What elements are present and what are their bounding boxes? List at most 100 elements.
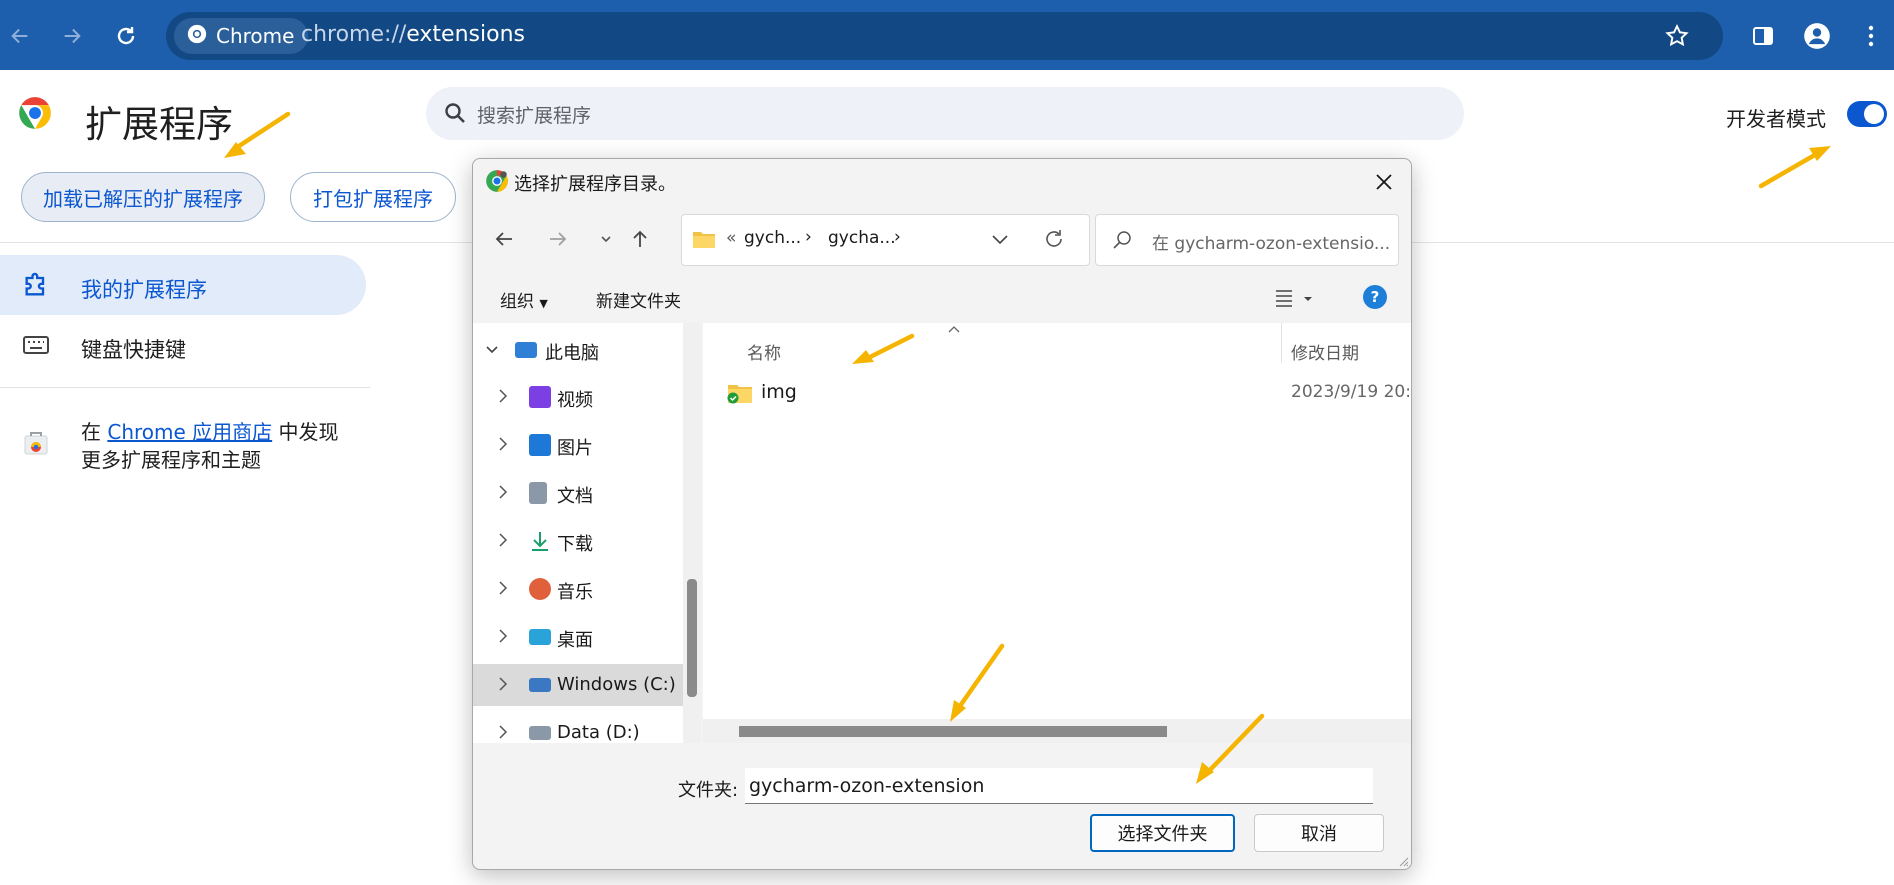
tree-item-label: 桌面 <box>557 630 593 651</box>
chrome-app-icon <box>484 168 510 198</box>
forward-icon[interactable] <box>54 18 90 54</box>
view-options-icon[interactable] <box>1274 287 1316 313</box>
breadcrumb-separator-icon: › <box>894 227 901 247</box>
tree-item-pictures[interactable]: 图片 <box>473 424 683 466</box>
site-chip[interactable]: Chrome <box>174 18 309 54</box>
file-row[interactable]: img 2023/9/19 20:35 <box>727 375 1411 411</box>
chevron-right-icon[interactable] <box>497 580 509 596</box>
drive-icon <box>529 678 551 692</box>
breadcrumb-overflow[interactable]: « <box>726 228 736 248</box>
tree-item-drive-d[interactable]: Data (D:) <box>473 712 683 743</box>
cancel-button[interactable]: 取消 <box>1254 814 1384 852</box>
drive-icon <box>529 726 551 740</box>
keyboard-icon <box>22 333 50 361</box>
forward-icon[interactable] <box>546 227 570 255</box>
chevron-down-icon[interactable] <box>485 343 499 357</box>
tree-item-downloads[interactable]: 下载 <box>473 520 683 562</box>
tree-item-videos[interactable]: 视频 <box>473 376 683 418</box>
reload-icon[interactable] <box>108 18 144 54</box>
chevron-right-icon[interactable] <box>497 484 509 500</box>
chevron-right-icon[interactable] <box>497 388 509 404</box>
horizontal-scrollbar-thumb[interactable] <box>739 726 1167 737</box>
video-icon <box>529 386 551 408</box>
folder-icon <box>692 228 716 254</box>
select-folder-button[interactable]: 选择文件夹 <box>1090 814 1235 852</box>
path-breadcrumb-bar[interactable]: « gych... › gycha... › <box>681 214 1090 266</box>
tree-item-label: Windows (C:) <box>557 674 676 695</box>
tree-item-label: 下载 <box>557 534 593 555</box>
file-list: 名称 修改日期 img 2023/9/19 20:35 <box>703 323 1411 719</box>
folder-field-label: 文件夹: <box>678 780 739 801</box>
menu-kebab-icon[interactable] <box>1853 18 1889 54</box>
column-divider[interactable] <box>1281 323 1282 363</box>
tree-item-documents[interactable]: 文档 <box>473 472 683 514</box>
help-icon[interactable]: ? <box>1363 285 1387 309</box>
tree-item-this-pc[interactable]: 此电脑 <box>473 329 683 371</box>
dialog-title: 选择扩展程序目录。 <box>514 174 676 195</box>
organize-menu-button[interactable]: 组织 ▼ <box>500 287 548 312</box>
chevron-right-icon[interactable] <box>497 676 509 692</box>
chevron-right-icon[interactable] <box>497 436 509 452</box>
search-icon <box>443 101 467 129</box>
refresh-icon[interactable] <box>1042 227 1066 255</box>
chrome-logo-icon <box>16 94 54 136</box>
dropdown-caret-icon: ▼ <box>539 297 548 310</box>
sidebar-item-label: 键盘快捷键 <box>81 338 186 362</box>
page-title: 扩展程序 <box>85 103 233 146</box>
breadcrumb-item[interactable]: gycha... <box>828 228 896 248</box>
file-name: img <box>761 381 797 403</box>
web-store-icon <box>22 428 50 460</box>
folder-name-field[interactable] <box>745 768 1373 804</box>
annotation-arrow-icon <box>1758 146 1831 189</box>
url-text[interactable]: chrome://extensions <box>301 22 525 47</box>
tree-item-label: Data (D:) <box>557 722 640 743</box>
chrome-web-store-link[interactable]: Chrome 应用商店 <box>107 420 272 444</box>
file-modified-date: 2023/9/19 20:35 <box>1291 382 1411 402</box>
developer-mode-label: 开发者模式 <box>1726 107 1826 131</box>
site-chip-label: Chrome <box>216 24 295 48</box>
resize-grip-icon[interactable] <box>1397 855 1409 867</box>
back-icon[interactable] <box>2 18 38 54</box>
desktop-icon <box>529 629 551 645</box>
address-bar[interactable]: Chrome chrome://extensions <box>166 12 1723 60</box>
new-folder-button[interactable]: 新建文件夹 <box>596 287 681 312</box>
breadcrumb-item[interactable]: gych... <box>744 228 801 248</box>
address-dropdown-chevron-icon[interactable] <box>990 231 1010 250</box>
tree-item-music[interactable]: 音乐 <box>473 568 683 610</box>
close-icon[interactable] <box>1367 165 1401 199</box>
side-panel-icon[interactable] <box>1745 18 1781 54</box>
tree-item-desktop[interactable]: 桌面 <box>473 616 683 658</box>
pack-extension-button[interactable]: 打包扩展程序 <box>290 172 456 222</box>
navigation-pane: 此电脑 视频 图片 文档 下载 音乐 桌面 Windows (C:) Data … <box>473 323 683 743</box>
tree-item-label: 视频 <box>557 390 593 411</box>
tree-item-label: 此电脑 <box>545 343 599 364</box>
folder-search-placeholder: 在 gycharm-ozon-extensio... <box>1152 234 1391 254</box>
recent-locations-chevron-icon[interactable] <box>599 231 613 250</box>
profile-avatar-icon[interactable] <box>1799 18 1835 54</box>
chevron-right-icon[interactable] <box>497 724 509 740</box>
navigation-scrollbar-thumb[interactable] <box>687 579 697 697</box>
tree-item-drive-c[interactable]: Windows (C:) <box>473 664 683 706</box>
chevron-right-icon[interactable] <box>497 628 509 644</box>
column-header-modified[interactable]: 修改日期 <box>1291 339 1359 364</box>
tree-item-label: 文档 <box>557 486 593 507</box>
load-unpacked-button[interactable]: 加载已解压的扩展程序 <box>21 172 265 222</box>
bookmark-star-icon[interactable] <box>1659 18 1695 54</box>
up-folder-icon[interactable] <box>628 227 652 255</box>
tree-item-label: 音乐 <box>557 582 593 603</box>
pictures-icon <box>529 434 551 456</box>
sort-ascending-icon <box>948 326 960 333</box>
tree-item-label: 图片 <box>557 438 593 459</box>
breadcrumb-separator-icon: › <box>805 227 812 247</box>
column-header-name[interactable]: 名称 <box>747 339 781 364</box>
folder-search-input[interactable]: 在 gycharm-ozon-extensio... <box>1095 214 1399 266</box>
search-extensions-input[interactable]: 搜索扩展程序 <box>426 87 1464 140</box>
sidebar-item-label: 我的扩展程序 <box>81 278 207 302</box>
chevron-right-icon[interactable] <box>497 532 509 548</box>
developer-mode-toggle[interactable] <box>1847 101 1887 127</box>
download-icon <box>532 532 548 551</box>
web-store-promo: 在 Chrome 应用商店 中发现更多扩展程序和主题 <box>81 420 339 472</box>
select-folder-dialog: 选择扩展程序目录。 « gych... › gycha... › 在 gycha… <box>472 158 1412 870</box>
pc-icon <box>515 342 537 358</box>
back-icon[interactable] <box>492 227 516 255</box>
